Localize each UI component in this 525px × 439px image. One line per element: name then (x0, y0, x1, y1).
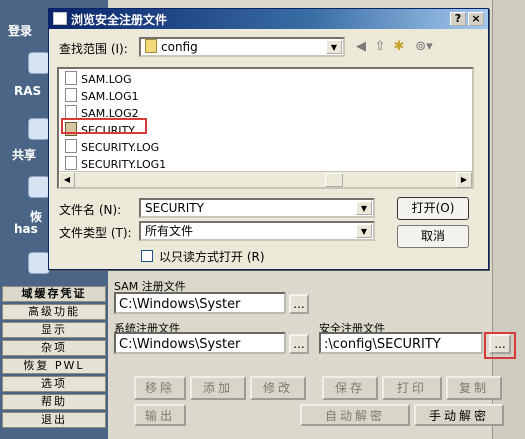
sidebar-btn-exit[interactable]: 退出 (2, 412, 106, 428)
scroll-right-icon[interactable]: ▶ (456, 172, 472, 188)
chevron-down-icon[interactable]: ▼ (356, 201, 372, 215)
filename-value: SECURITY (145, 201, 204, 215)
system-file-field[interactable]: C:\Windows\Syster (114, 332, 286, 354)
file-icon (65, 139, 77, 153)
print-button[interactable]: 打印 (382, 376, 442, 400)
app-icon (53, 12, 67, 25)
sidebar-btn-domain-cache[interactable]: 域缓存凭证 (2, 286, 106, 302)
view-menu-icon[interactable]: ⊚▾ (411, 39, 437, 55)
manual-decrypt-button[interactable]: 手动解密 (414, 404, 504, 426)
sam-browse-button[interactable]: ... (289, 294, 309, 314)
output-button[interactable]: 输出 (134, 404, 186, 426)
up-folder-icon[interactable]: ⇧ (372, 39, 388, 55)
sidebar-label-share: 共享 (12, 148, 37, 162)
selected-file-highlight (61, 118, 147, 134)
keys-icon[interactable] (28, 252, 50, 274)
sidebar-btn-display[interactable]: 显示 (2, 322, 106, 338)
add-button[interactable]: 添加 (190, 376, 246, 400)
cancel-button[interactable]: 取消 (397, 225, 469, 248)
filetype-select[interactable]: 所有文件 ▼ (139, 221, 375, 241)
list-item[interactable]: SAM.LOG (65, 71, 132, 87)
dialog-titlebar: 浏览安全注册文件 ? × (49, 9, 488, 29)
list-item[interactable]: SECURITY.LOG (65, 139, 159, 155)
filename-label: 文件名 (N): (59, 203, 122, 217)
users-icon[interactable] (28, 176, 50, 198)
sidebar-label-login: 登录 (8, 24, 33, 38)
horizontal-scrollbar[interactable]: ◀ ▶ (59, 171, 472, 188)
scroll-thumb[interactable] (325, 173, 343, 187)
sam-file-field[interactable]: C:\Windows\Syster (114, 292, 286, 314)
new-folder-icon[interactable]: ✱ (391, 39, 407, 55)
save-button[interactable]: 保存 (322, 376, 378, 400)
filetype-label: 文件类型 (T): (59, 226, 132, 240)
file-icon (65, 105, 77, 119)
look-in-label: 查找范围 (I): (59, 42, 128, 56)
help-button[interactable]: ? (450, 12, 466, 26)
dialog-title: 浏览安全注册文件 (71, 13, 168, 27)
panel-right-frame (492, 0, 525, 439)
list-item[interactable]: SAM.LOG1 (65, 88, 139, 104)
close-button[interactable]: × (468, 12, 484, 26)
scroll-left-icon[interactable]: ◀ (59, 172, 75, 188)
modify-button[interactable]: 修改 (250, 376, 306, 400)
system-browse-button[interactable]: ... (289, 334, 309, 354)
sidebar-btn-recover-pwl[interactable]: 恢复 PWL (2, 358, 106, 374)
chevron-down-icon[interactable]: ▼ (326, 40, 342, 54)
sidebar-label-hash: has (14, 222, 38, 236)
readonly-label: 以只读方式打开 (R) (159, 250, 265, 264)
list-item[interactable]: SECURITY.LOG1 (65, 156, 166, 172)
file-icon (65, 71, 77, 85)
folder-icon (145, 39, 157, 53)
look-in-value: config (161, 40, 198, 54)
sidebar-btn-advanced[interactable]: 高级功能 (2, 304, 106, 320)
file-icon (65, 88, 77, 102)
file-list[interactable]: SAM.LOG SAM.LOG1 SAM.LOG2 SECURITY SECUR… (57, 67, 474, 189)
remove-button[interactable]: 移除 (134, 376, 186, 400)
readonly-checkbox[interactable] (141, 250, 153, 262)
chevron-down-icon[interactable]: ▼ (356, 224, 372, 238)
share-icon[interactable] (28, 118, 50, 140)
sidebar-btn-misc[interactable]: 杂项 (2, 340, 106, 356)
auto-decrypt-button[interactable]: 自动解密 (300, 404, 410, 426)
sidebar-btn-help[interactable]: 帮助 (2, 394, 106, 410)
security-file-field[interactable]: :\config\SECURITY (319, 332, 483, 354)
copy-button[interactable]: 复制 (446, 376, 502, 400)
filetype-value: 所有文件 (145, 224, 194, 238)
network-icon[interactable] (28, 52, 50, 74)
look-in-combo[interactable]: config ▼ (139, 37, 345, 57)
browse-dialog: 浏览安全注册文件 ? × 查找范围 (I): config ▼ ◀ ⇧ ✱ ⊚▾… (48, 8, 489, 270)
sidebar-label-ras: RAS (14, 84, 42, 98)
back-arrow-icon[interactable]: ◀ (353, 39, 369, 55)
filename-input[interactable]: SECURITY ▼ (139, 198, 375, 218)
sidebar-btn-options[interactable]: 选项 (2, 376, 106, 392)
open-button[interactable]: 打开(O) (397, 197, 469, 220)
security-browse-highlight (484, 332, 516, 359)
file-icon (65, 156, 77, 170)
